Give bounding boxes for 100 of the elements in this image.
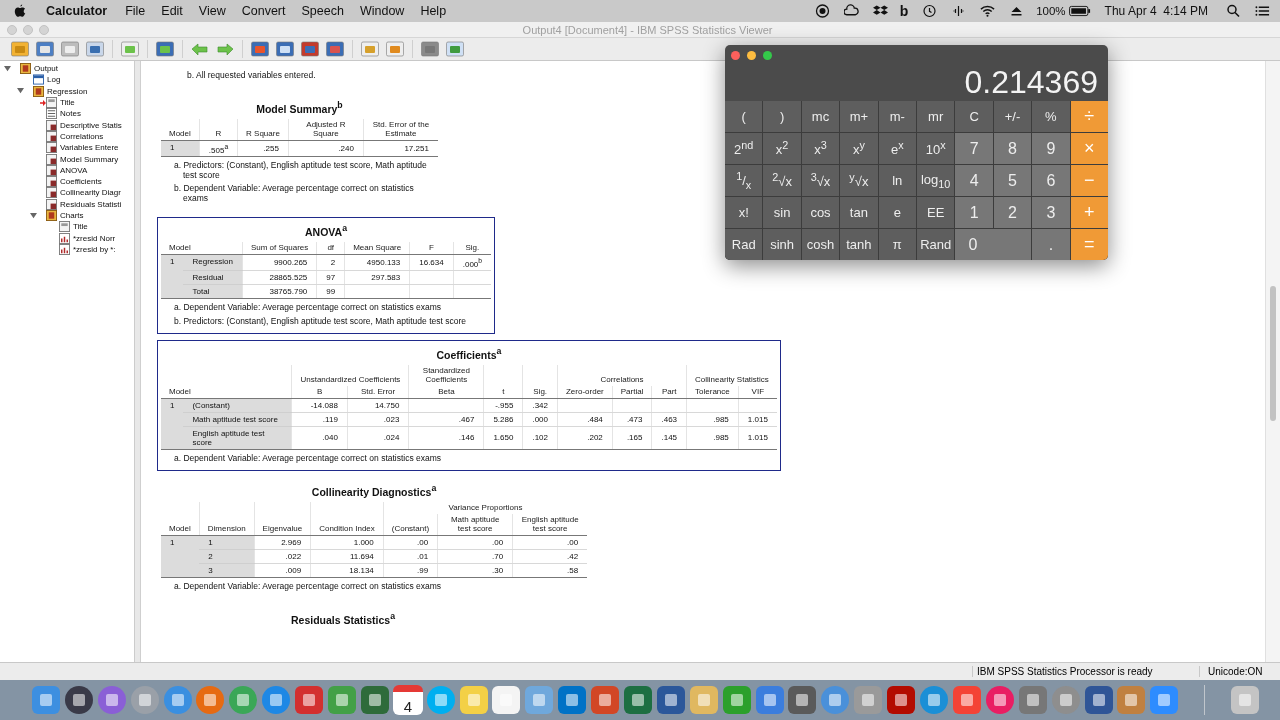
- calculator-key[interactable]: ln: [878, 165, 916, 196]
- navigator-item[interactable]: *zresid Norr: [73, 233, 116, 243]
- calculator-key[interactable]: 8: [993, 133, 1032, 164]
- app-icon[interactable]: [1017, 685, 1048, 715]
- calculator-key[interactable]: (: [725, 101, 763, 132]
- navigator-item[interactable]: Charts: [60, 211, 84, 220]
- menu-item[interactable]: Help: [420, 4, 447, 18]
- calculator-key[interactable]: 1: [955, 197, 993, 228]
- calculator-key[interactable]: C: [955, 101, 993, 132]
- calculator-key[interactable]: e$^{x}$: [878, 133, 916, 164]
- disclosure-triangle[interactable]: [17, 87, 25, 96]
- calculator-key[interactable]: log$_{10}$: [917, 165, 955, 196]
- app-icon[interactable]: [359, 685, 390, 715]
- calculator-key[interactable]: 9: [1032, 133, 1070, 164]
- cloud-icon[interactable]: [843, 4, 859, 18]
- calculator-key[interactable]: 3: [1032, 197, 1070, 228]
- battery-icon[interactable]: [1068, 5, 1091, 17]
- app-icon[interactable]: [853, 685, 884, 715]
- navigator-item[interactable]: Collinearity Diagr: [60, 188, 121, 198]
- circle-app-icon[interactable]: [195, 685, 226, 715]
- navigator-item[interactable]: ANOVA: [60, 165, 88, 175]
- calculator-key[interactable]: x$^{2}$: [763, 133, 801, 164]
- calculator-key[interactable]: 2: [993, 197, 1032, 228]
- app-icon[interactable]: [787, 685, 818, 715]
- calculator-key[interactable]: mr: [917, 101, 955, 132]
- app-icon[interactable]: [590, 685, 621, 715]
- calculator-key[interactable]: 6: [1032, 165, 1070, 196]
- menu-item[interactable]: Convert: [241, 4, 286, 18]
- calculator-key[interactable]: x!: [725, 197, 763, 228]
- calculator-key[interactable]: m+: [840, 101, 878, 132]
- disclosure-triangle[interactable]: [4, 64, 12, 73]
- calculator-key[interactable]: sinh: [763, 229, 801, 260]
- app-icon[interactable]: [524, 685, 555, 715]
- circle-app-icon[interactable]: [425, 685, 456, 715]
- calculator-key[interactable]: m-: [878, 101, 916, 132]
- menu-item[interactable]: Speech: [301, 4, 344, 18]
- calculator-key[interactable]: tanh: [840, 229, 878, 260]
- calculator-key[interactable]: Rand: [917, 229, 955, 260]
- calculator-key[interactable]: %: [1032, 101, 1070, 132]
- dropbox-icon[interactable]: [872, 4, 888, 18]
- calculator-key[interactable]: 4: [955, 165, 993, 196]
- circle-app-icon[interactable]: [96, 685, 127, 715]
- navigator-item[interactable]: Residuals Statisti: [60, 199, 122, 209]
- close-button[interactable]: [7, 24, 17, 35]
- close-button[interactable]: [731, 50, 740, 60]
- app-icon[interactable]: [820, 685, 851, 715]
- navigator-item[interactable]: Title: [73, 222, 88, 232]
- app-icon[interactable]: [1116, 685, 1147, 715]
- scrollbar-thumb[interactable]: [1270, 286, 1276, 421]
- menu-item[interactable]: View: [198, 4, 226, 18]
- search-icon[interactable]: [1226, 4, 1241, 18]
- menu-item[interactable]: File: [125, 4, 146, 18]
- app-icon[interactable]: [623, 685, 654, 715]
- menu-item[interactable]: Edit: [161, 4, 183, 18]
- calculator-key[interactable]: $^{3}$√x: [801, 165, 840, 196]
- menu-item[interactable]: Window: [359, 4, 405, 18]
- calculator-key[interactable]: 5: [993, 165, 1032, 196]
- navigator-item[interactable]: Regression: [47, 86, 88, 96]
- wifi-icon[interactable]: [980, 4, 996, 18]
- app-icon[interactable]: [754, 685, 785, 715]
- navigator-item[interactable]: Descriptive Statis: [60, 120, 122, 130]
- navigator-item[interactable]: Output: [34, 64, 58, 74]
- calculator-key[interactable]: 2$^{nd}$: [725, 133, 763, 164]
- minimize-button[interactable]: [747, 50, 756, 60]
- clock[interactable]: Thu Apr 4 4:14 PM: [1104, 4, 1208, 18]
- output-table[interactable]: [157, 217, 495, 335]
- calculator-key[interactable]: x$^{y}$: [840, 133, 878, 164]
- calculator-key[interactable]: cosh: [801, 229, 840, 260]
- app-icon[interactable]: [886, 685, 917, 715]
- calculator-key[interactable]: Rad: [725, 229, 763, 260]
- circle-app-icon[interactable]: [919, 685, 950, 715]
- calculator-key[interactable]: $^{1}$/$_{x}$: [725, 165, 763, 196]
- app-icon[interactable]: [951, 685, 982, 715]
- app-menu[interactable]: Calculator: [46, 4, 108, 18]
- output-table[interactable]: [157, 340, 781, 472]
- calculator-key[interactable]: cos: [801, 197, 840, 228]
- calculator-key[interactable]: $^{2}$√x: [763, 165, 801, 196]
- calculator-key[interactable]: mc: [801, 101, 840, 132]
- navigator-item[interactable]: Title: [60, 98, 75, 108]
- calculator-key[interactable]: ): [763, 101, 801, 132]
- navigator-item[interactable]: Log: [47, 75, 61, 85]
- navigator-item[interactable]: Notes: [60, 109, 81, 119]
- calculator-key[interactable]: x$^{3}$: [801, 133, 840, 164]
- signal-icon[interactable]: [951, 4, 967, 18]
- calculator-key[interactable]: .: [1032, 229, 1070, 260]
- navigator-item[interactable]: Coefficients: [60, 177, 102, 187]
- navigator-item[interactable]: Correlations: [60, 131, 104, 141]
- app-icon[interactable]: [557, 685, 588, 715]
- history-icon[interactable]: [922, 4, 938, 18]
- status-menu-item[interactable]: b: [899, 3, 909, 19]
- record-icon[interactable]: [814, 4, 830, 18]
- calculator-key[interactable]: sin: [763, 197, 801, 228]
- navigator-item[interactable]: Variables Entere: [60, 143, 119, 153]
- calculator-key[interactable]: e: [878, 197, 916, 228]
- disclosure-triangle[interactable]: [30, 211, 38, 220]
- calculator-key[interactable]: 0: [955, 229, 1032, 260]
- app-icon[interactable]: [294, 685, 325, 715]
- calculator-key[interactable]: 10$^{x}$: [917, 133, 955, 164]
- calculator-key[interactable]: 7: [955, 133, 993, 164]
- apple-icon[interactable]: [14, 4, 26, 18]
